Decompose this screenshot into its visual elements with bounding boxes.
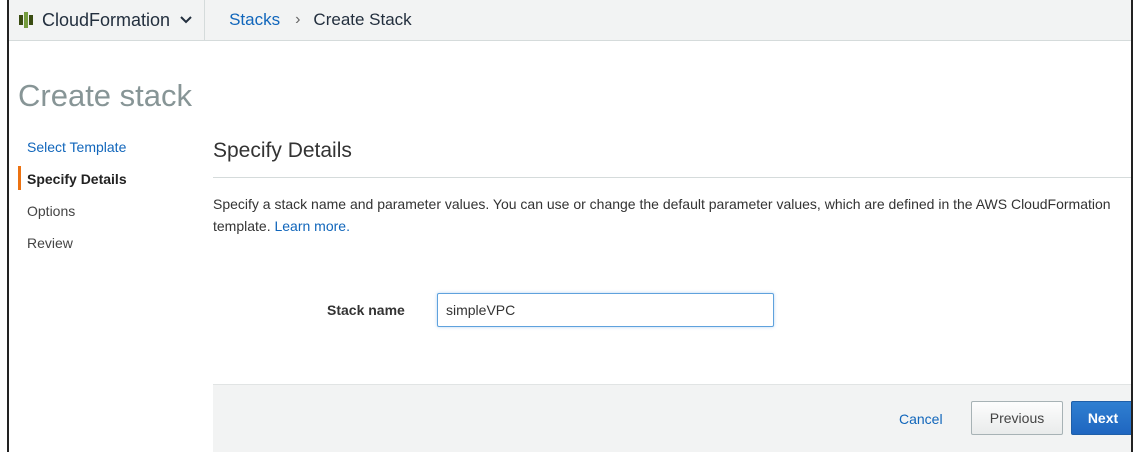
top-navigation-bar: CloudFormation Stacks › Create Stack: [9, 0, 1131, 41]
previous-button[interactable]: Previous: [971, 401, 1063, 435]
step-select-template[interactable]: Select Template: [18, 138, 198, 170]
section-divider: [213, 177, 1131, 178]
page-title: Create stack: [18, 78, 193, 113]
breadcrumb: Stacks › Create Stack: [205, 10, 412, 30]
step-options: Options: [27, 203, 76, 219]
breadcrumb-current: Create Stack: [313, 10, 412, 29]
wizard-steps: Select Template Specify Details Options …: [18, 138, 198, 266]
service-menu[interactable]: CloudFormation: [9, 0, 206, 40]
section-description: Specify a stack name and parameter value…: [213, 193, 1128, 237]
next-button[interactable]: Next: [1071, 401, 1131, 435]
cloudformation-icon: [19, 12, 33, 28]
step-specify-details: Specify Details: [18, 166, 198, 202]
service-name: CloudFormation: [42, 9, 171, 30]
stack-name-label: Stack name: [327, 302, 405, 318]
cancel-button[interactable]: Cancel: [899, 411, 943, 427]
step-review: Review: [27, 235, 73, 251]
wizard-footer: Cancel Previous Next: [213, 384, 1131, 452]
breadcrumb-stacks-link[interactable]: Stacks: [229, 10, 280, 30]
console-frame: CloudFormation Stacks › Create Stack Cre…: [7, 0, 1133, 452]
chevron-down-icon[interactable]: [180, 16, 192, 24]
breadcrumb-separator: ›: [295, 11, 301, 28]
learn-more-link[interactable]: Learn more.: [274, 218, 349, 234]
section-title: Specify Details: [213, 139, 352, 162]
stack-name-input[interactable]: [437, 293, 774, 327]
